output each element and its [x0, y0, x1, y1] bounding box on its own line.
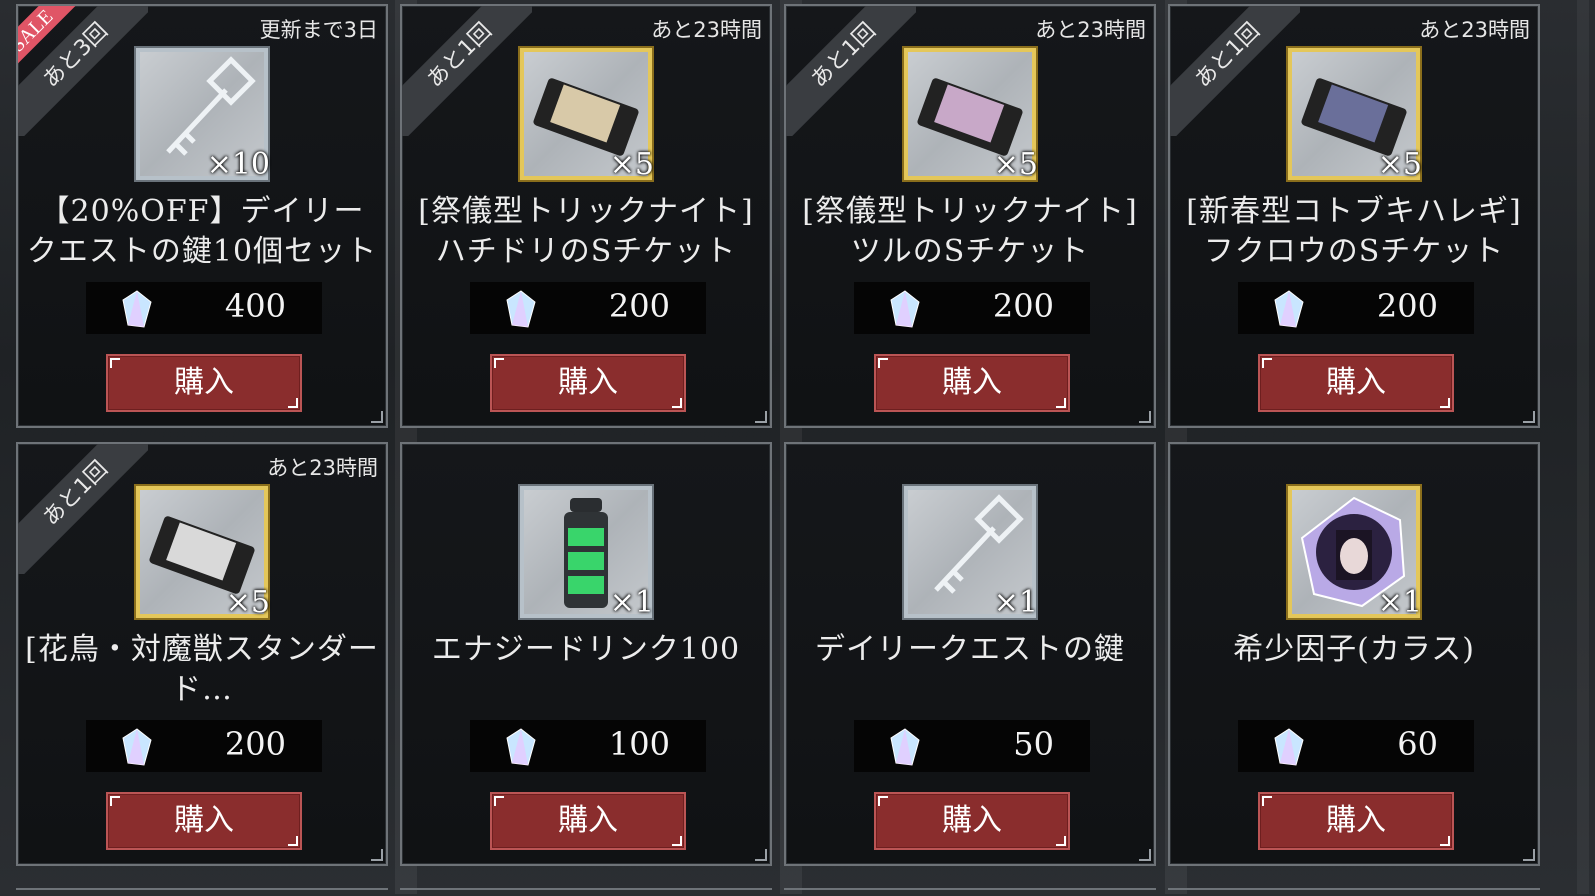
price-bar: 200 — [86, 720, 322, 772]
price-bar: 200 — [470, 282, 706, 334]
item-name: [祭儀型トリックナイト] ツルのSチケット — [802, 194, 1138, 269]
item-name: [新春型コトブキハレギ] フクロウのSチケット — [1186, 194, 1522, 269]
price-bar: 200 — [1238, 282, 1474, 334]
price-value: 200 — [992, 287, 1054, 325]
gem-icon — [890, 290, 920, 328]
gem-icon — [890, 728, 920, 766]
price-bar: 100 — [470, 720, 706, 772]
item-quantity: ×1 — [1377, 585, 1422, 620]
price-value: 50 — [1013, 725, 1054, 763]
item-quantity: ×1 — [993, 585, 1038, 620]
price-value: 60 — [1397, 725, 1438, 763]
item-thumbnail[interactable]: ×1 — [520, 486, 654, 620]
shop-card-daily-key: ×1 デイリークエストの鍵 50 購入 — [784, 442, 1156, 866]
buy-button[interactable]: 購入 — [490, 354, 686, 412]
buy-button[interactable]: 購入 — [106, 354, 302, 412]
gem-icon — [122, 728, 152, 766]
item-thumbnail[interactable]: ×10 — [136, 48, 270, 182]
item-name: デイリークエストの鍵 — [815, 632, 1125, 667]
item-thumbnail[interactable]: ×5 — [1288, 48, 1422, 182]
shop-card-hummingbird-ticket: あと1回 あと23時間 ×5 [祭儀型トリックナイト] ハチドリのSチケット 20… — [400, 4, 772, 428]
item-name: 【20%OFF】デイリー クエストの鍵10個セット — [26, 194, 378, 269]
gem-icon — [506, 728, 536, 766]
gem-icon — [122, 290, 152, 328]
shop-card-daily-key-set: あと3回 SALE 更新まで3日 ×10 【20%OFF】デイリー クエストの鍵10… — [16, 4, 388, 428]
price-bar: 60 — [1238, 720, 1474, 772]
gem-icon — [506, 290, 536, 328]
price-value: 100 — [608, 725, 670, 763]
buy-button[interactable]: 購入 — [106, 792, 302, 850]
timer-label: あと23時間 — [267, 456, 378, 480]
item-thumbnail[interactable]: ×5 — [904, 48, 1038, 182]
item-thumbnail[interactable]: ×5 — [136, 486, 270, 620]
item-quantity: ×5 — [993, 147, 1038, 182]
price-value: 400 — [224, 287, 286, 325]
item-quantity: ×10 — [206, 147, 270, 182]
item-name: 希少因子(カラス) — [1233, 632, 1475, 667]
price-value: 200 — [224, 725, 286, 763]
remaining-count-ribbon: あと1回 — [1170, 6, 1300, 136]
item-name: [花鳥・対魔獣スタンダー ド… — [25, 632, 379, 707]
buy-button[interactable]: 購入 — [1258, 792, 1454, 850]
item-thumbnail[interactable]: ×5 — [520, 48, 654, 182]
remaining-count-ribbon: あと1回 — [786, 6, 916, 136]
shop-card-energy-drink: ×1 エナジードリンク100 100 購入 — [400, 442, 772, 866]
buy-button[interactable]: 購入 — [490, 792, 686, 850]
shop-card-owl-ticket: あと1回 あと23時間 ×5 [新春型コトブキハレギ] フクロウのSチケット 20… — [1168, 4, 1540, 428]
timer-label: あと23時間 — [1035, 18, 1146, 42]
buy-button[interactable]: 購入 — [874, 792, 1070, 850]
price-bar: 50 — [854, 720, 1090, 772]
item-name: エナジードリンク100 — [431, 632, 741, 667]
timer-label: あと23時間 — [651, 18, 762, 42]
item-quantity: ×5 — [1377, 147, 1422, 182]
gem-icon — [1274, 728, 1304, 766]
price-value: 200 — [1376, 287, 1438, 325]
timer-label: 更新まで3日 — [259, 18, 378, 42]
next-row-card-edge — [400, 888, 772, 896]
price-bar: 200 — [854, 282, 1090, 334]
timer-label: あと23時間 — [1419, 18, 1530, 42]
buy-button[interactable]: 購入 — [1258, 354, 1454, 412]
price-value: 200 — [608, 287, 670, 325]
next-row-card-edge — [1168, 888, 1540, 896]
item-quantity: ×1 — [609, 585, 654, 620]
shop-card-flower-bird-ticket: あと1回 あと23時間 ×5 [花鳥・対魔獣スタンダー ド… 200 購入 — [16, 442, 388, 866]
shop-card-rare-gene: ×1 希少因子(カラス) 60 購入 — [1168, 442, 1540, 866]
next-row-card-edge — [784, 888, 1156, 896]
shop-card-crane-ticket: あと1回 あと23時間 ×5 [祭儀型トリックナイト] ツルのSチケット 200 … — [784, 4, 1156, 428]
remaining-count-ribbon: あと1回 — [18, 444, 148, 574]
shop-grid: あと3回 SALE 更新まで3日 ×10 【20%OFF】デイリー クエストの鍵10… — [0, 0, 1595, 894]
gem-icon — [1274, 290, 1304, 328]
next-row-card-edge — [16, 888, 388, 896]
buy-button[interactable]: 購入 — [874, 354, 1070, 412]
item-quantity: ×5 — [609, 147, 654, 182]
item-thumbnail[interactable]: ×1 — [1288, 486, 1422, 620]
item-quantity: ×5 — [225, 585, 270, 620]
remaining-count-ribbon: あと1回 — [402, 6, 532, 136]
item-thumbnail[interactable]: ×1 — [904, 486, 1038, 620]
price-bar: 400 — [86, 282, 322, 334]
item-name: [祭儀型トリックナイト] ハチドリのSチケット — [418, 194, 754, 269]
